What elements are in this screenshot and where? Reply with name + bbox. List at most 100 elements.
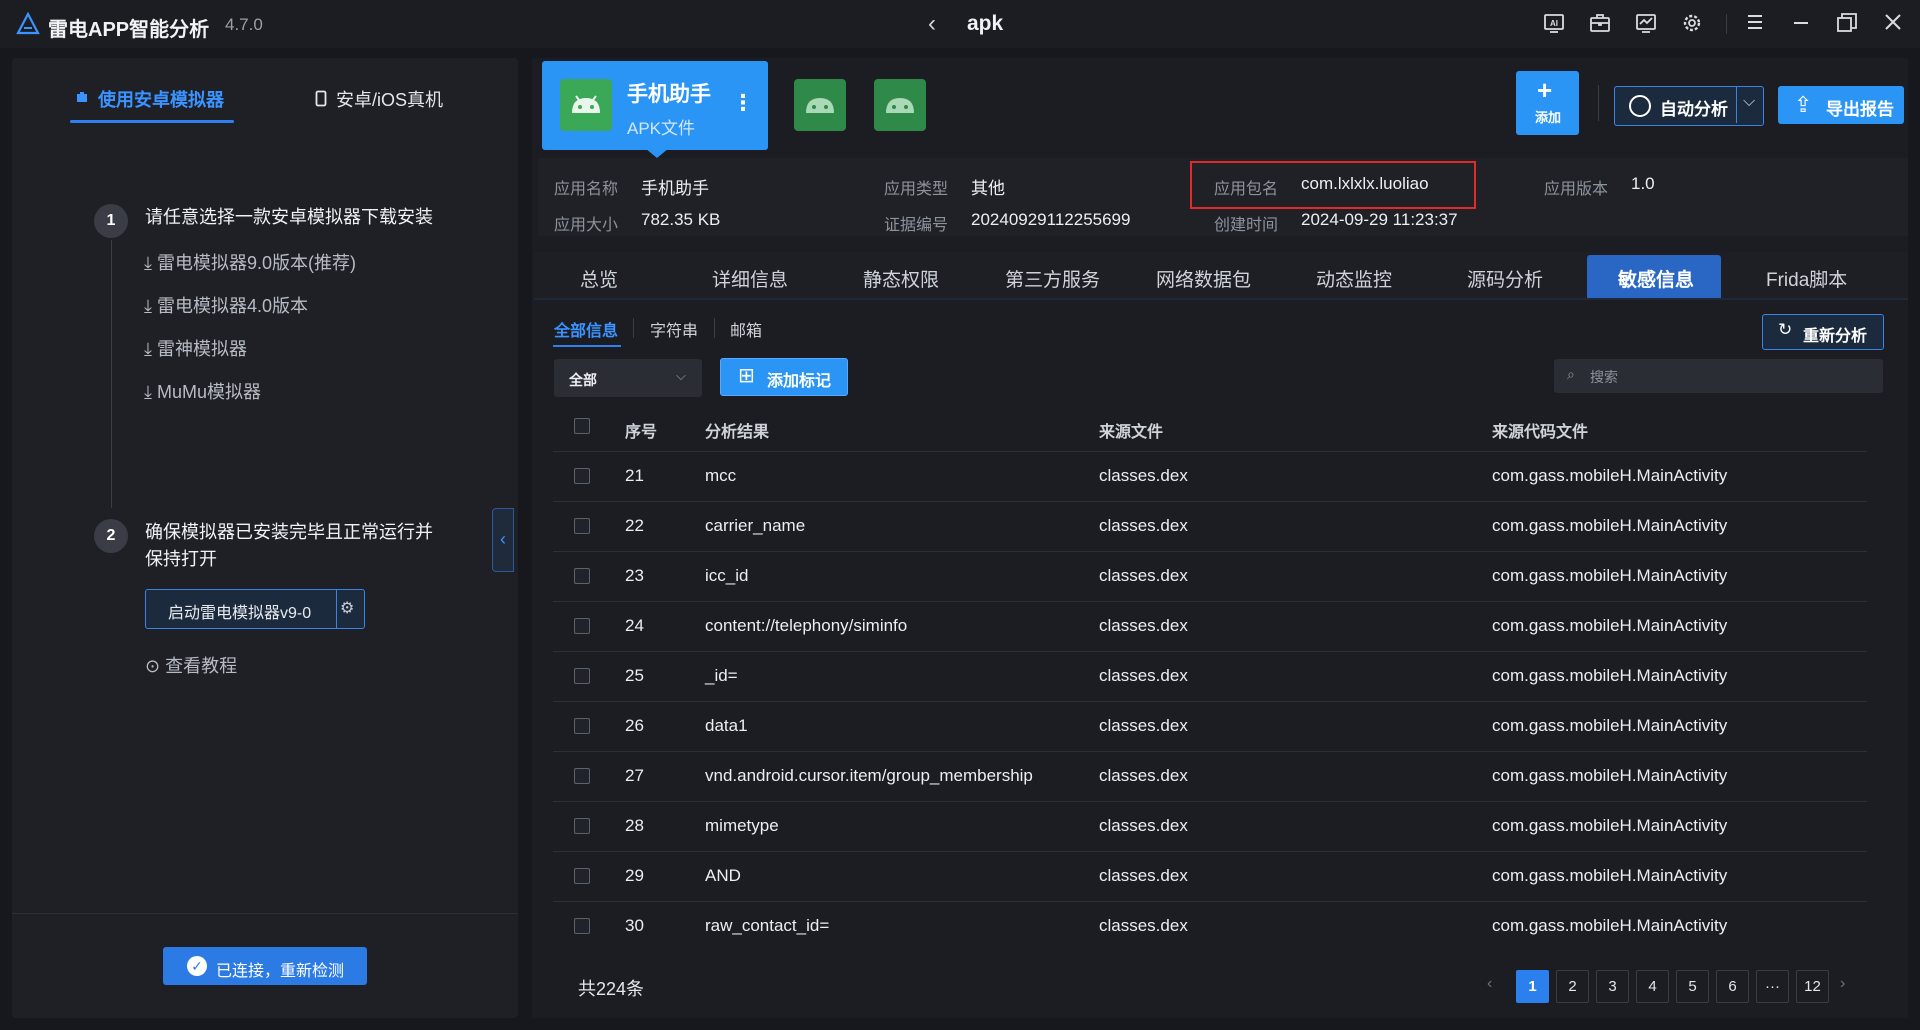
select-all-checkbox[interactable]: [574, 418, 590, 434]
app-logo-icon: [16, 12, 40, 35]
subtab-active-indicator: [553, 345, 621, 347]
android-icon: [806, 98, 834, 113]
tab-bar-underline: [534, 298, 1908, 300]
collapse-panel-toggle[interactable]: ‹: [492, 508, 514, 572]
row-checkbox[interactable]: [574, 468, 590, 484]
row-checkbox[interactable]: [574, 918, 590, 934]
refresh-icon: ↻: [1778, 320, 1793, 339]
download-icon: ⤓: [144, 253, 152, 273]
more-vertical-icon[interactable]: ⋮: [732, 90, 754, 116]
subtab-all-info[interactable]: 全部信息: [554, 317, 618, 341]
row-source-code: com.gass.mobileH.MainActivity: [1492, 716, 1728, 735]
back-arrow-icon[interactable]: ‹: [928, 10, 936, 38]
chevron-left-icon: ‹: [500, 529, 506, 549]
download-link-leishen[interactable]: ⤓ 雷神模拟器: [144, 335, 247, 361]
monitor-icon[interactable]: [1633, 12, 1659, 36]
tab-dynamic-monitor[interactable]: 动态监控: [1316, 265, 1392, 292]
search-input[interactable]: [1588, 362, 1872, 392]
launch-emulator-label: 启动雷电模拟器v9-0: [168, 605, 312, 622]
maximize-icon[interactable]: [1834, 12, 1860, 36]
download-icon: ⤓: [144, 339, 152, 359]
category-filter-value: 全部: [569, 372, 597, 388]
row-source-file: classes.dex: [1099, 516, 1188, 535]
row-checkbox[interactable]: [574, 818, 590, 834]
subtab-strings[interactable]: 字符串: [650, 317, 698, 341]
subtab-email[interactable]: 邮箱: [730, 317, 762, 341]
row-source-file: classes.dex: [1099, 816, 1188, 835]
tab-third-party[interactable]: 第三方服务: [1005, 265, 1100, 292]
tab-source-analysis[interactable]: 源码分析: [1467, 265, 1543, 292]
row-index: 28: [625, 816, 644, 835]
row-index: 22: [625, 516, 644, 535]
download-link-label: 雷电模拟器9.0版本(推荐): [156, 253, 356, 273]
row-checkbox[interactable]: [574, 768, 590, 784]
settings-icon[interactable]: [1679, 12, 1705, 36]
app-size-value: 782.35 KB: [641, 210, 721, 229]
tab-details[interactable]: 详细信息: [712, 265, 788, 292]
column-header-index: 序号: [625, 424, 658, 441]
page-2-button[interactable]: 2: [1556, 970, 1589, 1003]
row-source-file: classes.dex: [1099, 916, 1188, 935]
row-checkbox[interactable]: [574, 568, 590, 584]
launch-divider: [336, 590, 337, 628]
minimize-icon[interactable]: [1788, 12, 1814, 36]
auto-analyze-icon: [1629, 95, 1651, 117]
cert-label: 证据编号: [884, 217, 949, 234]
download-link-leidian9[interactable]: ⤓ 雷电模拟器9.0版本(推荐): [144, 249, 356, 275]
row-source-file: classes.dex: [1099, 616, 1188, 635]
page-4-button[interactable]: 4: [1636, 970, 1669, 1003]
row-checkbox[interactable]: [574, 718, 590, 734]
row-source-code: com.gass.mobileH.MainActivity: [1492, 666, 1728, 685]
row-source-file: classes.dex: [1099, 866, 1188, 885]
tab-network-packets[interactable]: 网络数据包: [1156, 265, 1251, 292]
page-3-button[interactable]: 3: [1596, 970, 1629, 1003]
download-link-leidian4[interactable]: ⤓ 雷电模拟器4.0版本: [144, 292, 308, 318]
emulator-settings-icon[interactable]: ⚙: [340, 598, 354, 618]
download-icon: ⤓: [144, 382, 152, 402]
tab-active-indicator: [70, 120, 234, 123]
window-title: apk: [967, 12, 1004, 35]
menu-icon[interactable]: [1742, 12, 1768, 36]
apk-slot-2[interactable]: [794, 79, 846, 131]
ai-report-icon[interactable]: AI: [1541, 12, 1567, 36]
toolbox-icon[interactable]: [1587, 12, 1613, 36]
row-checkbox[interactable]: [574, 868, 590, 884]
page-5-button[interactable]: 5: [1676, 970, 1709, 1003]
tab-real-device[interactable]: 安卓/iOS真机: [336, 86, 443, 112]
page-ellipsis[interactable]: ···: [1756, 970, 1789, 1003]
download-icon: ⤓: [144, 296, 152, 316]
subtab-divider: [633, 318, 634, 338]
row-checkbox[interactable]: [574, 668, 590, 684]
column-header-source-file: 来源文件: [1099, 424, 1164, 441]
row-result: AND: [705, 866, 741, 885]
download-link-mumu[interactable]: ⤓ MuMu模拟器: [144, 378, 261, 404]
page-1-button[interactable]: 1: [1516, 970, 1549, 1003]
android-icon: [886, 98, 914, 113]
next-page-icon[interactable]: ›: [1840, 975, 1845, 993]
row-source-file: classes.dex: [1099, 566, 1188, 585]
tab-overview[interactable]: 总览: [580, 265, 618, 292]
package-label: 应用包名: [1214, 181, 1279, 198]
download-link-label: MuMu模拟器: [156, 382, 261, 402]
row-divider: [553, 501, 1867, 502]
row-checkbox[interactable]: [574, 518, 590, 534]
prev-page-icon[interactable]: ‹: [1487, 975, 1492, 993]
page-12-button[interactable]: 12: [1796, 970, 1829, 1003]
created-value: 2024-09-29 11:23:37: [1301, 210, 1458, 229]
tab-sensitive-info[interactable]: 敏感信息: [1618, 265, 1694, 292]
tab-static-permissions[interactable]: 静态权限: [863, 265, 939, 292]
chevron-down-icon[interactable]: ⌵: [1743, 93, 1755, 111]
svg-text:AI: AI: [1550, 19, 1558, 28]
apk-card-pointer: [645, 148, 669, 158]
row-source-code: com.gass.mobileH.MainActivity: [1492, 916, 1728, 935]
tutorial-label: 查看教程: [165, 656, 238, 676]
tutorial-link[interactable]: ⊙ 查看教程: [145, 652, 237, 678]
close-icon[interactable]: [1880, 12, 1906, 36]
row-checkbox[interactable]: [574, 618, 590, 634]
tab-android-emulator[interactable]: 使用安卓模拟器: [98, 86, 224, 112]
apk-type: APK文件: [627, 119, 696, 138]
apk-slot-3[interactable]: [874, 79, 926, 131]
tab-frida-script[interactable]: Frida脚本: [1766, 265, 1847, 292]
row-result: content://telephony/siminfo: [705, 616, 908, 635]
page-6-button[interactable]: 6: [1716, 970, 1749, 1003]
